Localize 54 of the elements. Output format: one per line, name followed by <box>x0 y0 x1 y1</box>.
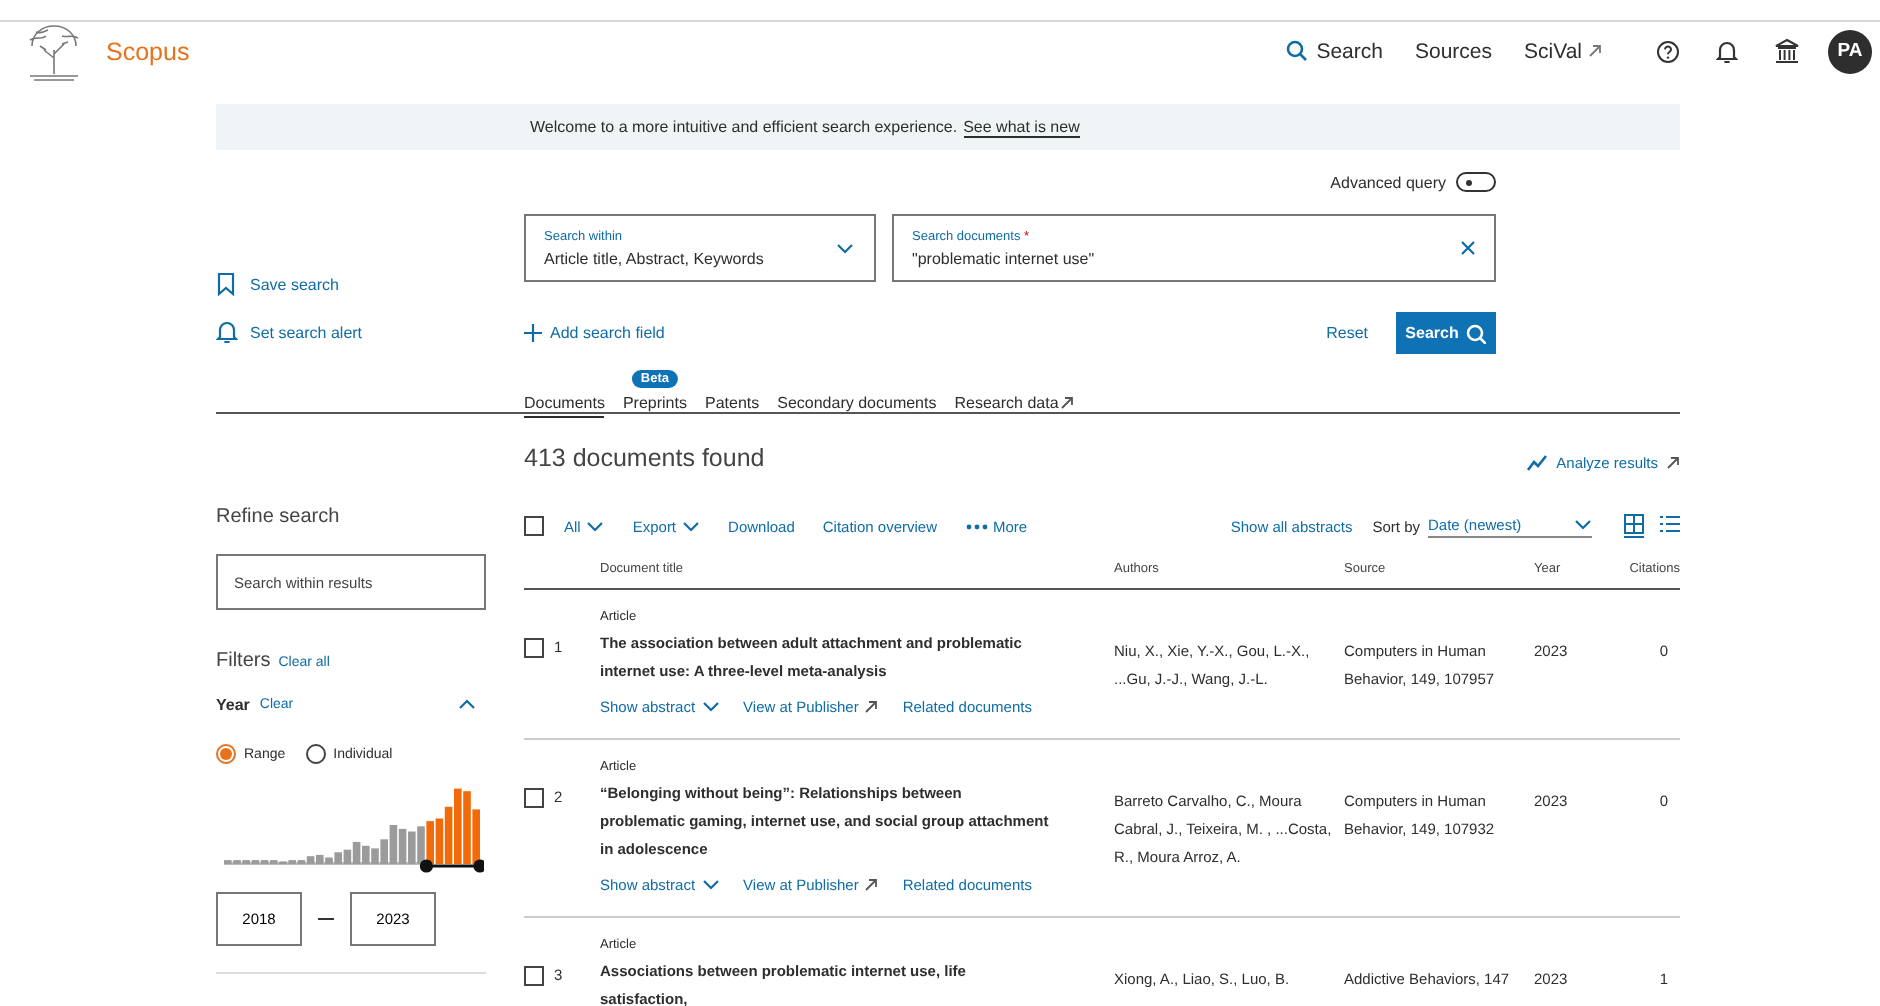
chevron-up-icon[interactable] <box>458 698 478 712</box>
institution-icon[interactable] <box>1774 38 1800 64</box>
nav-link[interactable]: Search <box>1286 39 1383 63</box>
nav-link[interactable]: Sources <box>1414 39 1493 63</box>
app-logo-text: Scopus <box>106 37 190 65</box>
filters-heading: Filters <box>216 650 271 672</box>
side-action-link[interactable]: Set search alert <box>216 320 524 344</box>
result-tab[interactable]: Patents <box>704 394 760 418</box>
banner-text: Welcome to a more intuitive and efficient search experience. <box>530 118 958 136</box>
radio-button[interactable] <box>216 744 236 764</box>
bookmark-icon <box>216 272 238 296</box>
nav-link[interactable]: SciVal <box>1524 39 1604 63</box>
chevron-down-icon <box>586 519 605 533</box>
row-checkbox[interactable] <box>524 966 544 986</box>
row-checkbox[interactable] <box>524 788 544 808</box>
chevron-down-icon <box>836 241 856 255</box>
user-avatar[interactable]: PA <box>1828 29 1872 73</box>
list-view-icon[interactable] <box>1660 514 1680 538</box>
refine-search-heading: Refine search <box>216 506 342 528</box>
reset-link[interactable]: Reset <box>1326 324 1368 342</box>
bell-icon <box>216 320 238 344</box>
external-link-icon <box>1666 456 1680 470</box>
chevron-down-icon <box>701 878 720 892</box>
plus-icon <box>524 324 542 342</box>
result-tab[interactable]: Research data <box>954 394 1059 418</box>
select-all-checkbox[interactable] <box>524 516 544 536</box>
clear-icon[interactable] <box>1460 240 1476 256</box>
advanced-query-toggle[interactable] <box>1456 172 1496 192</box>
result-tab[interactable]: Documents <box>524 394 605 418</box>
chevron-down-icon <box>701 700 720 714</box>
bell-icon[interactable] <box>1716 39 1738 63</box>
results-count: 413 documents found <box>524 444 765 472</box>
year-filter-heading: Year <box>216 696 250 714</box>
grid-view-icon[interactable] <box>1624 514 1644 538</box>
radio-button[interactable] <box>305 744 326 764</box>
external-link-icon <box>1588 44 1602 58</box>
search-icon <box>1286 40 1309 62</box>
search-button[interactable]: Search <box>1396 312 1496 354</box>
external-link-icon <box>864 700 879 714</box>
row-checkbox[interactable] <box>524 638 544 658</box>
more-dots-icon <box>965 523 987 529</box>
trend-line-icon <box>1526 454 1549 472</box>
help-icon[interactable] <box>1656 39 1680 63</box>
search-icon <box>1466 323 1487 343</box>
external-link-icon <box>864 878 879 892</box>
tree-logo-icon <box>24 21 84 81</box>
see-what-is-new-link[interactable]: See what is new <box>963 117 1080 137</box>
result-tab[interactable]: Preprints <box>622 394 687 418</box>
chevron-down-icon <box>682 519 701 533</box>
advanced-query-label: Advanced query <box>1330 173 1446 191</box>
result-tab[interactable]: Secondary documents <box>777 394 937 418</box>
side-action-link[interactable]: Save search <box>216 272 524 296</box>
add-search-field-link[interactable]: Add search field <box>524 324 665 342</box>
chevron-down-icon <box>1574 517 1592 531</box>
